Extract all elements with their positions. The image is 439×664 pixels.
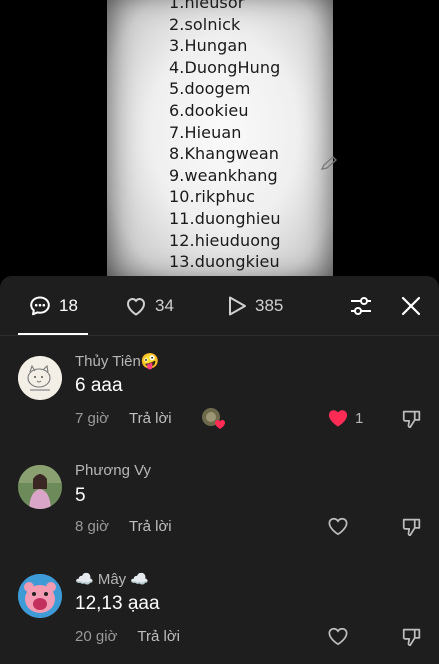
comments-count: 18 (59, 296, 78, 315)
comment-meta: 7 giờ Trả lời (75, 410, 172, 427)
filter-sliders-icon[interactable] (349, 294, 373, 318)
comment-meta: 20 giờ Trả lời (75, 628, 180, 645)
list-item: 2.solnick (169, 14, 241, 34)
comment-username[interactable]: ☁️ Mây ☁️ (75, 570, 149, 588)
dislike-icon[interactable] (401, 408, 423, 430)
comment-item: Phương Vy 5 8 giờ Trả lời (0, 456, 439, 566)
sheet-header: 18 34 385 (0, 276, 439, 336)
likes-count: 34 (155, 296, 174, 315)
like-count: 1 (355, 409, 364, 427)
names-list: 1.hieusor 2.solnick 3.Hungan 4.DuongHung… (169, 0, 281, 285)
heart-outline-icon (127, 298, 145, 316)
comment-username[interactable]: Thủy Tiên🤪 (75, 352, 160, 370)
list-item: 5.doogem (169, 79, 251, 99)
header-divider (0, 335, 439, 336)
like-button[interactable] (327, 626, 355, 646)
creator-heart-avatar-icon (202, 408, 225, 429)
heart-outline-icon (328, 627, 348, 646)
dislike-icon[interactable] (401, 626, 423, 648)
list-item: 7.Hieuan (169, 122, 242, 142)
comment-username[interactable]: Phương Vy (75, 462, 151, 479)
heart-filled-icon (328, 410, 348, 427)
avatar[interactable] (18, 356, 62, 400)
heart-outline-icon (328, 517, 348, 536)
comments-sheet: 18 34 385 Thủy Tiên🤪 6 aaa 7 giờ Trả lời… (0, 276, 439, 664)
avatar[interactable] (18, 574, 62, 618)
avatar[interactable] (18, 465, 62, 509)
list-item: 11.duonghieu (169, 208, 281, 228)
avatar-cat-drawing (18, 356, 62, 400)
creator-liked-badge[interactable] (201, 406, 227, 435)
reply-button[interactable]: Trả lời (137, 628, 180, 645)
comment-bubble-icon (30, 296, 50, 316)
pencil-icon (321, 156, 337, 170)
list-item: 1.hieusor (169, 0, 245, 12)
list-item: 9.weankhang (169, 165, 278, 185)
like-button[interactable] (327, 516, 355, 536)
comment-text: 12,13 ạaa (75, 593, 160, 614)
play-outline-icon (229, 296, 246, 316)
comment-text: 6 aaa (75, 375, 123, 396)
comment-time: 8 giờ (75, 518, 110, 535)
dislike-icon[interactable] (401, 516, 423, 538)
list-item: 12.hieuduong (169, 230, 281, 250)
comment-time: 20 giờ (75, 628, 118, 645)
paper-list-image: 1.hieusor 2.solnick 3.Hungan 4.DuongHung… (107, 0, 333, 285)
tab-views[interactable]: 385 (226, 294, 283, 318)
comment-time: 7 giờ (75, 410, 110, 427)
reply-button[interactable]: Trả lời (129, 410, 172, 427)
list-item: 13.duongkieu (169, 252, 280, 272)
tab-likes[interactable]: 34 (124, 294, 174, 318)
views-count: 385 (255, 296, 284, 315)
comment-text: 5 (75, 485, 86, 506)
comment-meta: 8 giờ Trả lời (75, 518, 172, 535)
list-item: 10.rikphuc (169, 187, 255, 207)
comment-item: Thủy Tiên🤪 6 aaa 7 giờ Trả lời 1 (0, 346, 439, 456)
list-item: 4.DuongHung (169, 57, 281, 77)
avatar-photo (18, 465, 62, 509)
list-item: 8.Khangwean (169, 144, 279, 164)
close-icon[interactable] (400, 294, 422, 318)
avatar-pink-character (18, 574, 62, 618)
video-player[interactable]: 1.hieusor 2.solnick 3.Hungan 4.DuongHung… (0, 0, 439, 285)
list-item: 6.dookieu (169, 100, 249, 120)
tab-comments[interactable]: 18 (28, 294, 78, 318)
like-button[interactable]: 1 (327, 408, 363, 428)
list-item: 3.Hungan (169, 36, 248, 56)
comment-item: ☁️ Mây ☁️ 12,13 ạaa 20 giờ Trả lời (0, 566, 439, 664)
reply-button[interactable]: Trả lời (129, 518, 172, 535)
